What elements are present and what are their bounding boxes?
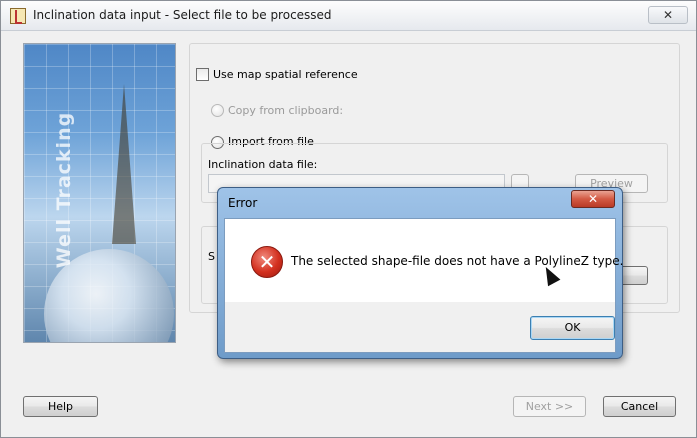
error-cross-glyph: ✕ [258, 250, 276, 274]
cancel-button[interactable]: Cancel [603, 396, 676, 417]
next-button[interactable]: Next >> [513, 396, 586, 417]
use-map-spatial-reference-checkbox[interactable] [196, 68, 209, 81]
use-map-spatial-reference-label: Use map spatial reference [213, 68, 358, 81]
window-close-button[interactable]: ✕ [648, 6, 688, 24]
error-icon: ✕ [251, 246, 283, 278]
close-icon: ✕ [587, 192, 599, 206]
app-icon [10, 8, 26, 24]
title-bar: Inclination data input - Select file to … [1, 1, 696, 31]
error-message: The selected shape-file does not have a … [291, 254, 624, 268]
error-dialog-title: Error [228, 196, 258, 210]
sidebar-banner-image: Well Tracking [23, 43, 176, 343]
window-title: Inclination data input - Select file to … [33, 8, 332, 22]
ok-button[interactable]: OK [530, 316, 615, 340]
error-dialog: Error ✕ ✕ The selected shape-file does n… [217, 187, 623, 359]
copy-from-clipboard-radio[interactable] [211, 104, 224, 117]
banner-brand-text: Well Tracking [53, 111, 75, 269]
close-icon: ✕ [662, 8, 674, 22]
secondary-options-label: S [208, 250, 215, 263]
help-button[interactable]: Help [23, 396, 98, 417]
inclination-data-file-label: Inclination data file: [208, 158, 318, 171]
oil-rig-tower [112, 84, 136, 244]
copy-from-clipboard-label: Copy from clipboard: [228, 104, 344, 117]
error-dialog-close-button[interactable]: ✕ [571, 190, 615, 208]
error-message-area: ✕ The selected shape-file does not have … [225, 219, 623, 302]
error-dialog-body: ✕ The selected shape-file does not have … [224, 218, 623, 353]
